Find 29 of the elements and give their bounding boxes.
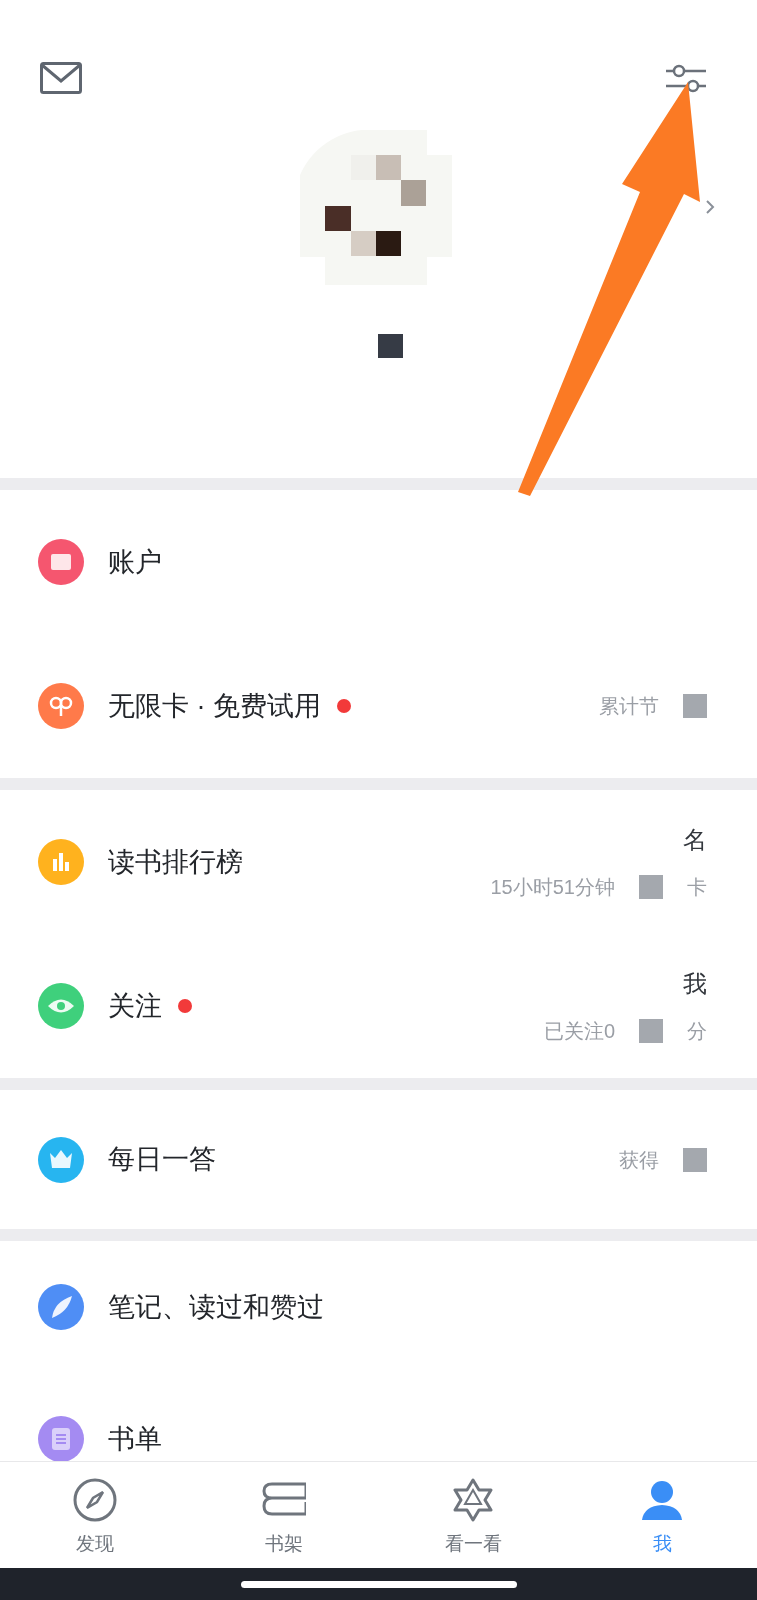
name-redaction-block <box>378 334 403 358</box>
caption-text: 已关注0 <box>543 1019 615 1044</box>
tab[interactable]: 看一看 <box>378 1462 568 1568</box>
redaction-block <box>639 1019 663 1043</box>
caption-text: 15小时51分钟 <box>490 875 615 900</box>
settings-icon[interactable] <box>666 62 706 94</box>
value-text: 名 <box>683 825 707 855</box>
redaction-block <box>683 1147 707 1172</box>
caption-text: 累计节 <box>599 694 659 719</box>
caption-text: 卡 <box>687 875 707 900</box>
avatar-drawing[interactable] <box>300 130 452 285</box>
caption-text: 获得 <box>619 1147 659 1173</box>
chevron-right-icon[interactable] <box>705 199 715 215</box>
compass-icon <box>72 1478 117 1522</box>
redaction-block <box>683 694 707 718</box>
menu-item[interactable]: 关注 <box>108 985 162 1027</box>
menu-item[interactable]: 无限卡 · 免费试用 <box>108 685 321 727</box>
menu-item[interactable]: 书单 <box>108 1418 162 1460</box>
redaction-block <box>639 875 663 899</box>
person-icon <box>640 1478 685 1522</box>
tab[interactable]: 发现 <box>0 1462 190 1568</box>
menu-item[interactable]: 笔记、读过和赞过 <box>108 1286 324 1328</box>
caption-text: 分 <box>687 1019 707 1044</box>
menu-item[interactable]: 账户 <box>108 541 162 583</box>
mail-icon[interactable] <box>40 62 82 94</box>
value-text: 我 <box>683 969 707 999</box>
menu-item[interactable]: 读书排行榜 <box>108 841 243 883</box>
tab[interactable]: 书架 <box>189 1462 379 1568</box>
menu-item[interactable]: 每日一答 <box>108 1139 216 1180</box>
